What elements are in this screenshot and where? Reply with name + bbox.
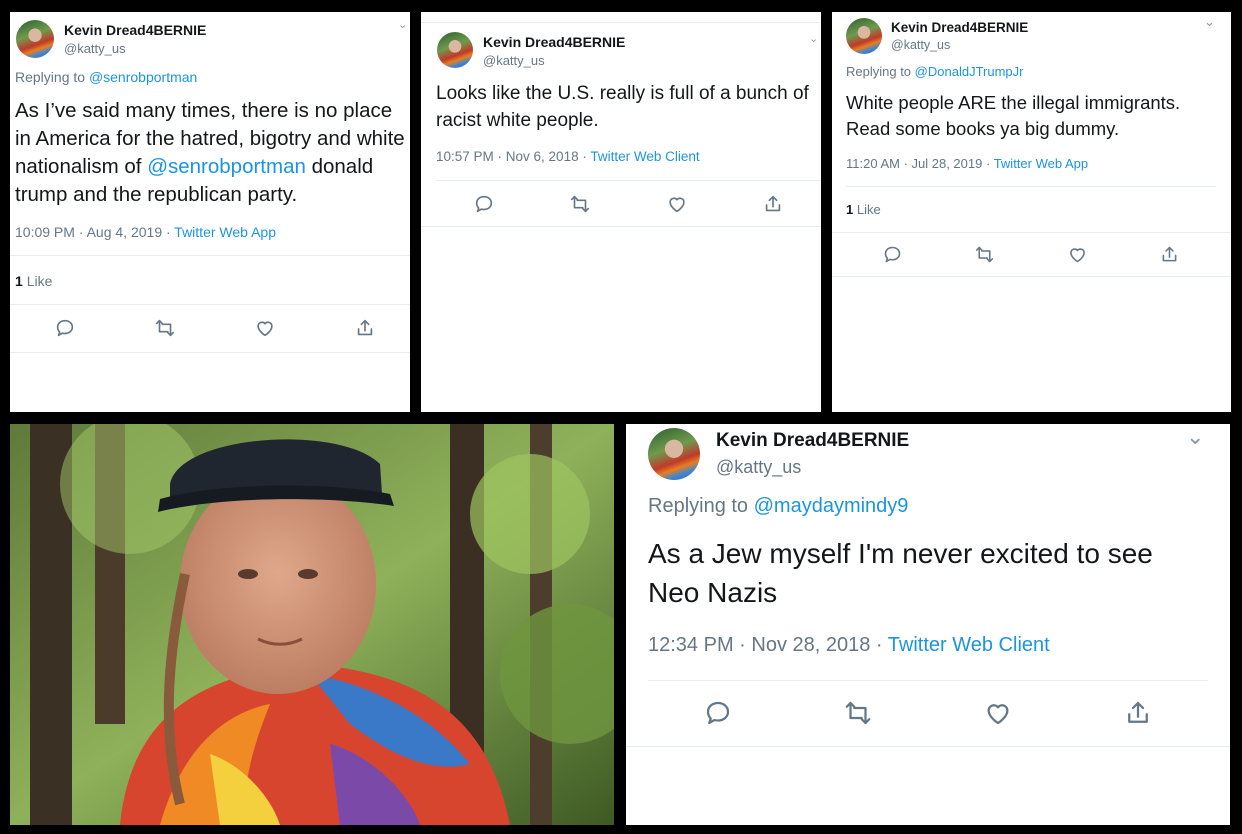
timestamp[interactable]: 12:34 PM · Nov 28, 2018 · [648, 634, 883, 656]
reply-icon[interactable] [882, 244, 903, 265]
tweet-card-3: Kevin Dread4BERNIE @katty_us ⌄ Replying … [832, 12, 1231, 412]
action-bar [15, 315, 410, 341]
divider [648, 680, 1208, 681]
divider [421, 22, 821, 23]
timestamp[interactable]: 11:20 AM · Jul 28, 2019 · [846, 156, 990, 171]
tweet-meta: 10:57 PM · Nov 6, 2018 · Twitter Web Cli… [436, 149, 700, 164]
retweet-icon[interactable] [569, 193, 591, 215]
share-icon[interactable] [1159, 244, 1180, 265]
divider [846, 186, 1216, 187]
display-name[interactable]: Kevin Dread4BERNIE [64, 22, 206, 38]
action-bar [846, 242, 1216, 266]
replying-to: Replying to @senrobportman [15, 69, 197, 85]
divider [10, 304, 410, 305]
share-icon[interactable] [354, 317, 376, 339]
profile-photo [10, 424, 614, 825]
heart-icon[interactable] [983, 698, 1013, 728]
likes-count[interactable]: 1 Like [846, 202, 881, 217]
action-bar [436, 191, 821, 217]
tweet-text: Looks like the U.S. really is full of a … [436, 83, 809, 131]
display-name[interactable]: Kevin Dread4BERNIE [716, 430, 909, 452]
share-icon[interactable] [1123, 698, 1153, 728]
divider [421, 226, 821, 227]
reply-icon[interactable] [54, 317, 76, 339]
action-bar [648, 696, 1208, 730]
display-name[interactable]: Kevin Dread4BERNIE [483, 34, 625, 50]
share-icon[interactable] [762, 193, 784, 215]
mention-link[interactable]: @maydaymindy9 [754, 495, 909, 517]
reply-icon[interactable] [703, 698, 733, 728]
chevron-down-icon[interactable]: ⌄ [1186, 424, 1204, 450]
replying-to: Replying to @DonaldJTrumpJr [846, 64, 1023, 79]
retweet-icon[interactable] [843, 698, 873, 728]
photo-illustration [10, 424, 614, 825]
avatar[interactable] [648, 428, 700, 480]
divider [832, 232, 1231, 233]
reply-icon[interactable] [473, 193, 495, 215]
heart-icon[interactable] [254, 317, 276, 339]
tweet-card-4: Kevin Dread4BERNIE @katty_us ⌄ Replying … [626, 424, 1230, 825]
likes-label: Like [26, 273, 53, 289]
handle[interactable]: @katty_us [891, 38, 950, 52]
divider [436, 180, 821, 181]
client-link[interactable]: Twitter Web App [994, 156, 1088, 171]
chevron-down-icon[interactable]: ⌄ [398, 18, 407, 31]
tweet-text: As I’ve said many times, there is no pla… [15, 97, 407, 209]
mention-link[interactable]: @DonaldJTrumpJr [915, 64, 1024, 79]
divider [10, 255, 410, 256]
replying-label: Replying to [15, 69, 86, 85]
tweet-text: White people ARE the illegal immigrants.… [846, 92, 1181, 139]
mention-link[interactable]: @senrobportman [147, 155, 306, 178]
likes-number: 1 [846, 202, 854, 217]
timestamp[interactable]: 10:09 PM · Aug 4, 2019 · [15, 224, 171, 240]
likes-label: Like [856, 202, 881, 217]
avatar[interactable] [846, 18, 882, 54]
tweet-meta: 10:09 PM · Aug 4, 2019 · Twitter Web App [15, 224, 276, 240]
handle[interactable]: @katty_us [483, 53, 545, 68]
replying-to: Replying to @maydaymindy9 [648, 495, 908, 518]
chevron-down-icon[interactable]: ⌄ [809, 32, 818, 45]
chevron-down-icon[interactable]: ⌄ [1204, 14, 1215, 30]
mention-link[interactable]: @senrobportman [89, 69, 197, 85]
tweet-card-2: Kevin Dread4BERNIE @katty_us ⌄ Looks lik… [421, 12, 821, 412]
client-link[interactable]: Twitter Web App [174, 224, 276, 240]
timestamp[interactable]: 10:57 PM · Nov 6, 2018 · [436, 149, 587, 164]
display-name[interactable]: Kevin Dread4BERNIE [891, 20, 1028, 35]
tweet-meta: 12:34 PM · Nov 28, 2018 · Twitter Web Cl… [648, 634, 1050, 657]
replying-label: Replying to [846, 64, 912, 79]
divider [10, 352, 410, 353]
tweet-card-1: Kevin Dread4BERNIE @katty_us ⌄ Replying … [10, 12, 410, 412]
tweet-text: As a Jew myself I'm never excited to see… [648, 538, 1153, 608]
divider [626, 746, 1230, 747]
heart-icon[interactable] [666, 193, 688, 215]
retweet-icon[interactable] [154, 317, 176, 339]
likes-number: 1 [15, 273, 23, 289]
replying-label: Replying to [648, 495, 749, 517]
avatar[interactable] [16, 20, 54, 58]
avatar[interactable] [437, 32, 473, 68]
client-link[interactable]: Twitter Web Client [590, 149, 699, 164]
divider [832, 276, 1231, 277]
client-link[interactable]: Twitter Web Client [888, 634, 1050, 656]
tweet-meta: 11:20 AM · Jul 28, 2019 · Twitter Web Ap… [846, 156, 1088, 171]
retweet-icon[interactable] [974, 244, 995, 265]
heart-icon[interactable] [1067, 244, 1088, 265]
handle[interactable]: @katty_us [64, 41, 126, 56]
handle[interactable]: @katty_us [716, 457, 801, 478]
likes-count[interactable]: 1 Like [15, 273, 52, 289]
